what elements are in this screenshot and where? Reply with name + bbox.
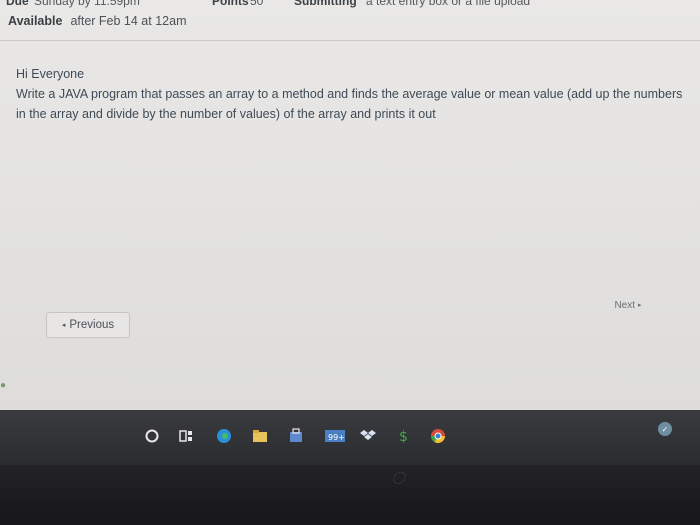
notification-icon[interactable]: ✓ [658, 422, 672, 436]
cortana-circle-icon[interactable] [144, 428, 160, 444]
available-label: Available [8, 14, 63, 28]
browser-page: Due Sunday by 11:59pm Points 50 Submitti… [0, 0, 700, 425]
next-label: Next [614, 299, 636, 311]
edge-icon[interactable] [216, 428, 232, 444]
greeting-text: Hi Everyone [16, 67, 85, 81]
previous-label: Previous [69, 319, 115, 331]
available-value: after Feb 14 at 12am [70, 14, 187, 28]
submitting-value: a text entry box or a file upload [366, 0, 531, 8]
divider [0, 40, 700, 41]
chevron-right-icon: ▸ [638, 302, 642, 309]
points-label: Points [212, 0, 249, 8]
next-button[interactable]: Next ▸ [604, 294, 652, 316]
due-value: Sunday by 11:59pm [34, 0, 140, 8]
task-view-icon[interactable] [178, 428, 194, 444]
availability-row: Available after Feb 14 at 12am [8, 14, 186, 28]
chevron-left-icon: ◂ [61, 322, 66, 329]
mail-icon[interactable]: 99+ [324, 428, 346, 444]
due-label: Due [6, 0, 29, 8]
dollar-icon[interactable]: $ [396, 428, 412, 444]
assignment-description: Hi Everyone Write a JAVA program that pa… [16, 64, 686, 124]
file-explorer-icon[interactable] [252, 428, 268, 444]
hp-logo-icon: ◯ [392, 470, 406, 484]
points-value: 50 [250, 0, 264, 8]
taskbar: 99+ $ ✓ [0, 410, 700, 465]
submitting-label: Submitting [294, 0, 357, 8]
svg-text:99+: 99+ [328, 433, 345, 442]
dropbox-icon[interactable] [360, 428, 376, 444]
assignment-meta-row: Due Sunday by 11:59pm Points 50 Submitti… [0, 0, 700, 10]
assignment-body-text: Write a JAVA program that passes an arra… [16, 87, 683, 121]
edge-fragment-icon: ● [0, 380, 7, 391]
previous-button[interactable]: ◂ Previous [46, 312, 130, 338]
svg-text:$: $ [399, 429, 408, 444]
store-icon[interactable] [288, 428, 304, 444]
laptop-bezel [0, 465, 700, 525]
chrome-icon[interactable] [430, 428, 446, 444]
